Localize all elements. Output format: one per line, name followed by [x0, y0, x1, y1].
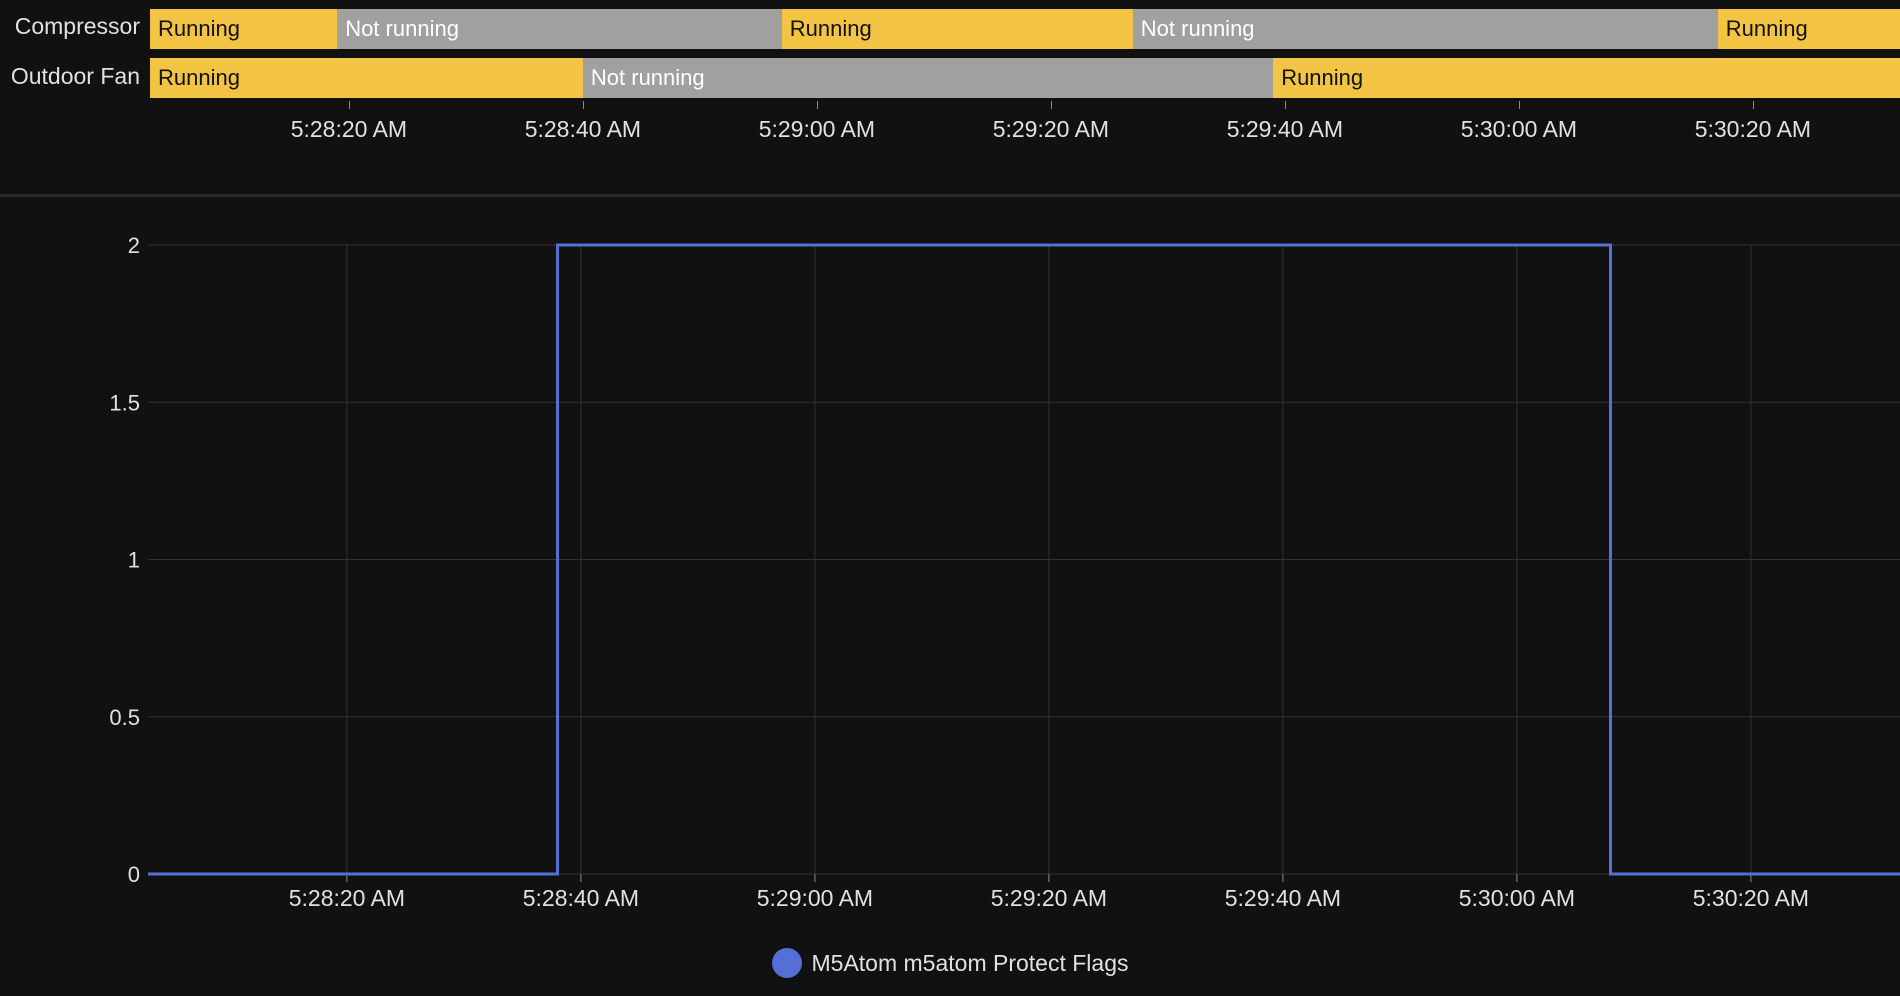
timeline-segment-not-running[interactable]: Not running: [1132, 9, 1718, 49]
timeline-x-tick: [582, 101, 584, 109]
legend-item-protect-flags[interactable]: M5Atom m5atom Protect Flags: [771, 948, 1129, 978]
timeline-x-tick-label: 5:29:40 AM: [1226, 116, 1344, 142]
timeline-segment-running[interactable]: Running: [1273, 58, 1900, 98]
legend-swatch: [771, 948, 802, 978]
timeline-segment-not-running[interactable]: Not running: [582, 58, 1274, 98]
x-tick-label: 5:29:40 AM: [1225, 885, 1341, 911]
timeline-x-tick: [1050, 101, 1052, 109]
x-tick-label: 5:30:20 AM: [1693, 885, 1809, 911]
timeline-x-tick: [1518, 101, 1520, 109]
timeline-x-tick-label: 5:30:00 AM: [1460, 116, 1578, 142]
y-tick-label: 2: [128, 233, 140, 258]
timeline-x-tick: [1284, 101, 1286, 109]
row-label-compressor: Compressor: [14, 13, 140, 39]
row-label-outdoor-fan: Outdoor Fan: [10, 63, 140, 89]
timeline-x-tick-label: 5:30:20 AM: [1694, 116, 1812, 142]
x-tick-label: 5:28:40 AM: [523, 885, 639, 911]
timeline-segment-running[interactable]: Running: [781, 9, 1133, 49]
timeline-x-tick-label: 5:29:20 AM: [992, 116, 1110, 142]
chart-legend: M5Atom m5atom Protect Flags: [0, 945, 1900, 981]
timeline-segment-not-running[interactable]: Not running: [337, 9, 782, 49]
line-chart: 0 0.5 1 1.5 2 5:28:20 AM 5:28:40 AM 5:29:00 AM 5…: [109, 233, 1900, 911]
x-tick-label: 5:28:20 AM: [289, 885, 405, 911]
y-tick-label: 0.5: [109, 705, 140, 730]
timeline-x-tick: [348, 101, 350, 109]
y-tick-label: 1.5: [109, 390, 140, 415]
x-tick-label: 5:29:00 AM: [757, 885, 873, 911]
y-tick-label: 0: [128, 862, 140, 887]
x-tick-label: 5:29:20 AM: [991, 885, 1107, 911]
timeline-segment-running[interactable]: Running: [1717, 9, 1900, 49]
legend-label: M5Atom m5atom Protect Flags: [811, 949, 1129, 976]
x-tick-label: 5:30:00 AM: [1459, 885, 1575, 911]
state-timeline: Compressor Outdoor Fan Running Not runnin…: [0, 0, 1900, 195]
timeline-x-tick-label: 5:29:00 AM: [758, 116, 876, 142]
timeline-x-tick: [1752, 101, 1754, 109]
timeline-x-tick-label: 5:28:20 AM: [290, 116, 408, 142]
y-tick-label: 1: [128, 548, 140, 573]
timeline-segment-running[interactable]: Running: [150, 58, 583, 98]
timeline-segment-running[interactable]: Running: [150, 9, 338, 49]
timeline-x-tick: [816, 101, 818, 109]
timeline-x-tick-label: 5:28:40 AM: [524, 116, 642, 142]
